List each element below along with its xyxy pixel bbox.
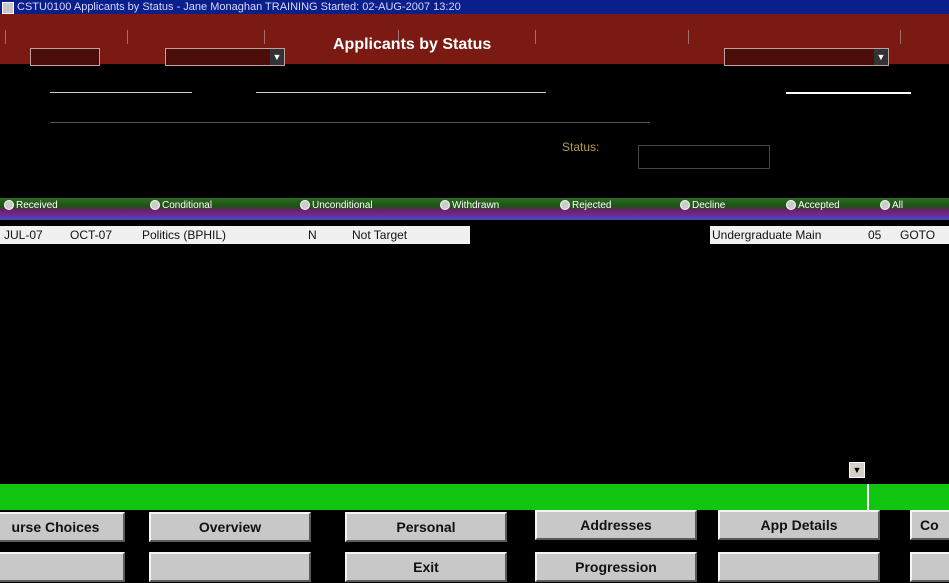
blank-button-4[interactable] <box>910 552 949 582</box>
window-title: CSTU0100 Applicants by Status - Jane Mon… <box>17 1 461 13</box>
overview-button[interactable]: Overview <box>149 512 311 542</box>
radio-icon <box>300 200 310 211</box>
radio-label: Withdrawn <box>452 200 500 211</box>
blank-button-3[interactable] <box>718 552 880 582</box>
toolbar-separator <box>900 30 901 44</box>
app-details-button[interactable]: App Details <box>718 510 880 540</box>
row-selection <box>470 226 710 244</box>
co-button[interactable]: Co <box>910 510 949 540</box>
row-cell: Politics (BPHIL) <box>142 228 227 242</box>
radio-label: All <box>892 200 904 211</box>
title-bar: CSTU0100 Applicants by Status - Jane Mon… <box>0 0 949 14</box>
status-label: Status: <box>562 140 600 154</box>
radio-label: Conditional <box>162 200 213 211</box>
course-choices-button[interactable]: urse Choices <box>0 512 125 542</box>
chevron-down-icon[interactable]: ▼ <box>270 49 284 65</box>
radio-received[interactable]: Received <box>4 200 58 211</box>
blank-button-1[interactable] <box>0 552 125 582</box>
type-select[interactable]: ▼ <box>165 48 285 66</box>
row-cell: OCT-07 <box>70 228 113 242</box>
radio-withdrawn[interactable]: Withdrawn <box>440 200 499 211</box>
exit-button[interactable]: Exit <box>345 552 507 582</box>
input-underline <box>256 92 546 93</box>
row-cell: Not Target <box>352 228 408 242</box>
radio-icon <box>680 200 690 211</box>
table-row[interactable]: JUL-07 OCT-07 Politics (BPHIL) N Not Tar… <box>0 226 949 244</box>
row-cell: N <box>308 228 317 242</box>
personal-button[interactable]: Personal <box>345 512 507 542</box>
radio-decline[interactable]: Decline <box>680 200 725 211</box>
radio-icon <box>880 200 890 211</box>
radio-all[interactable]: All <box>880 200 903 211</box>
status-field[interactable] <box>638 145 770 169</box>
radio-label: Accepted <box>798 200 840 211</box>
radio-icon <box>560 200 570 211</box>
radio-rejected[interactable]: Rejected <box>560 200 611 211</box>
radio-unconditional[interactable]: Unconditional <box>300 200 373 211</box>
status-radio-group: Received Conditional Unconditional Withd… <box>0 198 949 220</box>
radio-label: Decline <box>692 200 726 211</box>
radio-label: Received <box>16 200 58 211</box>
app-icon <box>2 2 14 14</box>
radio-icon <box>4 200 14 211</box>
progression-button[interactable]: Progression <box>535 552 697 582</box>
toolbar-separator <box>264 30 265 44</box>
toolbar-separator <box>127 30 128 44</box>
toolbar-separator <box>5 30 6 44</box>
scroll-down-icon[interactable]: ▼ <box>849 462 865 478</box>
divider <box>867 484 869 510</box>
addresses-button[interactable]: Addresses <box>535 510 697 540</box>
row-cell: Undergraduate Main <box>712 228 822 242</box>
radio-icon <box>786 200 796 211</box>
input-underline <box>50 92 192 93</box>
status-bar <box>0 484 949 510</box>
radio-label: Unconditional <box>312 200 373 211</box>
cycle-field[interactable] <box>30 48 100 66</box>
row-cell: 05 <box>868 228 882 242</box>
filter-select[interactable]: ▼ <box>724 48 889 66</box>
toolbar-separator <box>535 30 536 44</box>
radio-icon <box>150 200 160 211</box>
radio-accepted[interactable]: Accepted <box>786 200 840 211</box>
page-title: Applicants by Status <box>333 36 492 53</box>
chevron-down-icon[interactable]: ▼ <box>874 49 888 65</box>
radio-icon <box>440 200 450 211</box>
row-cell: GOTO <box>900 228 936 242</box>
toolbar-separator <box>688 30 689 44</box>
blank-button-2[interactable] <box>149 552 311 582</box>
radio-label: Rejected <box>572 200 612 211</box>
input-underline <box>786 92 911 94</box>
radio-conditional[interactable]: Conditional <box>150 200 212 211</box>
row-cell: JUL-07 <box>4 228 43 242</box>
input-underline <box>50 122 650 123</box>
